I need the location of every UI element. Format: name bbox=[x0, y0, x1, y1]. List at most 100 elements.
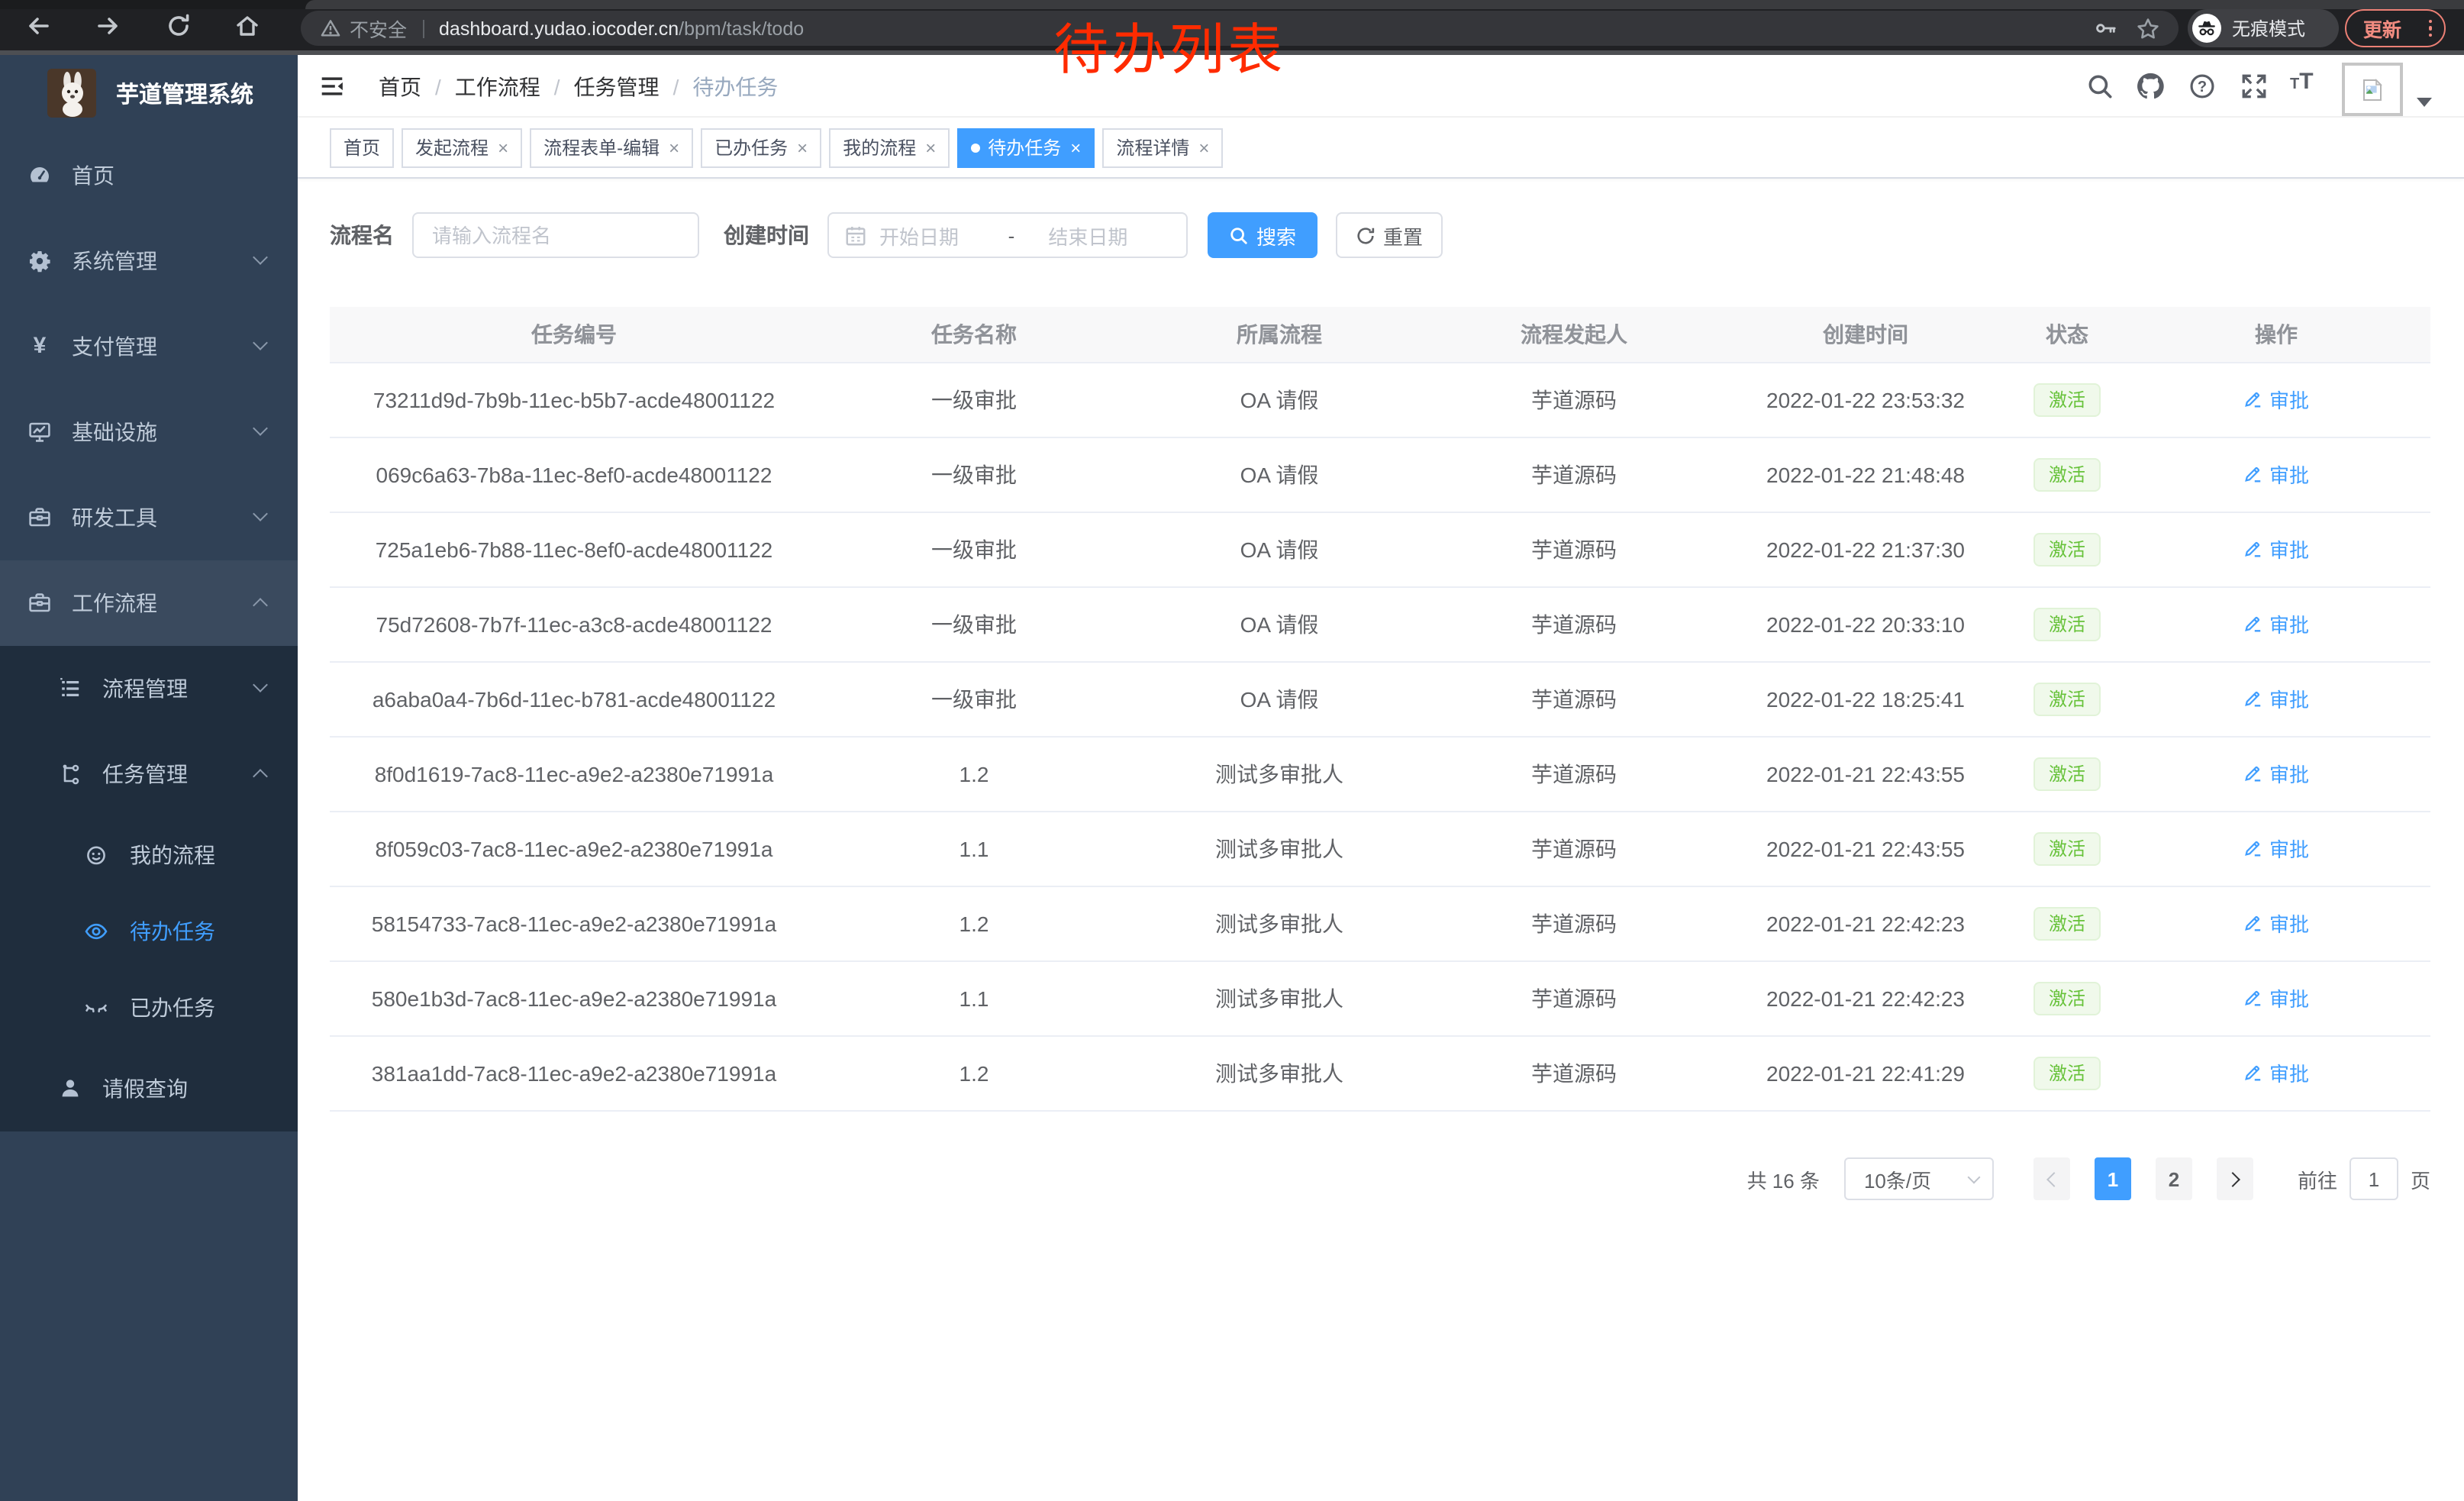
chevron-down-icon bbox=[253, 250, 268, 265]
table-row: 725a1eb6-7b88-11ec-8ef0-acde48001122一级审批… bbox=[330, 512, 2430, 586]
tab-home[interactable]: 首页 bbox=[330, 128, 394, 167]
tab-todo-tasks[interactable]: 待办任务× bbox=[957, 128, 1095, 167]
page-size-select[interactable]: 10条/页 bbox=[1844, 1157, 1994, 1200]
close-icon[interactable]: × bbox=[925, 137, 936, 158]
sidebar-item-todo-tasks[interactable]: 待办任务 bbox=[0, 893, 298, 970]
security-label[interactable]: 不安全 bbox=[350, 14, 407, 43]
page-url[interactable]: dashboard.yudao.iocoder.cn/bpm/task/todo bbox=[439, 18, 804, 39]
sidebar-item-system[interactable]: 系统管理 bbox=[0, 218, 298, 304]
breadcrumb-home[interactable]: 首页 bbox=[379, 71, 421, 102]
table-row: 8f059c03-7ac8-11ec-a9e2-a2380e71991a1.1测… bbox=[330, 811, 2430, 886]
table-row: 58154733-7ac8-11ec-a9e2-a2380e71991a1.2测… bbox=[330, 886, 2430, 960]
status-badge: 激活 bbox=[2033, 981, 2101, 1015]
approve-link[interactable]: 审批 bbox=[2243, 1058, 2309, 1087]
browser-update-button[interactable]: 更新 bbox=[2345, 9, 2446, 47]
prev-page-button[interactable] bbox=[2033, 1157, 2070, 1200]
browser-home-icon[interactable] bbox=[234, 12, 261, 40]
bookmark-star-icon[interactable] bbox=[2136, 16, 2160, 40]
yen-icon: ¥ bbox=[27, 334, 52, 359]
tab-form-edit[interactable]: 流程表单-编辑× bbox=[530, 128, 693, 167]
svg-text:?: ? bbox=[2198, 79, 2207, 95]
approve-link[interactable]: 审批 bbox=[2243, 684, 2309, 713]
browser-forward-icon[interactable] bbox=[95, 12, 122, 40]
task-table: 任务编号 任务名称 所属流程 流程发起人 创建时间 状态 操作 73211d9d… bbox=[330, 307, 2430, 1111]
close-icon[interactable]: × bbox=[1070, 137, 1081, 158]
goto-page-input[interactable] bbox=[2350, 1157, 2398, 1200]
status-badge: 激活 bbox=[2033, 383, 2101, 416]
date-range-picker[interactable]: 开始日期 - 结束日期 bbox=[827, 212, 1188, 258]
password-key-icon[interactable] bbox=[2095, 17, 2117, 40]
avatar-caret-icon[interactable] bbox=[2417, 98, 2432, 107]
start-date-placeholder[interactable]: 开始日期 bbox=[867, 221, 1002, 250]
tab-start-process[interactable]: 发起流程× bbox=[402, 128, 522, 167]
sidebar-item-process-mgmt[interactable]: 流程管理 bbox=[0, 646, 298, 731]
sidebar-item-my-process[interactable]: 我的流程 bbox=[0, 817, 298, 893]
tab-process-detail[interactable]: 流程详情× bbox=[1102, 128, 1223, 167]
tab-done-tasks[interactable]: 已办任务× bbox=[701, 128, 821, 167]
approve-link[interactable]: 审批 bbox=[2243, 834, 2309, 863]
table-row: 580e1b3d-7ac8-11ec-a9e2-a2380e71991a1.1测… bbox=[330, 960, 2430, 1035]
chevron-down-icon bbox=[1967, 1170, 1980, 1183]
close-icon[interactable]: × bbox=[669, 137, 679, 158]
approve-link[interactable]: 审批 bbox=[2243, 609, 2309, 638]
close-icon[interactable]: × bbox=[1198, 137, 1209, 158]
chevron-left-icon bbox=[2046, 1171, 2062, 1186]
help-icon[interactable]: ? bbox=[2188, 72, 2217, 101]
sidebar-item-infra[interactable]: 基础设施 bbox=[0, 389, 298, 475]
approve-link[interactable]: 审批 bbox=[2243, 759, 2309, 788]
col-status: 状态 bbox=[2012, 307, 2122, 362]
sidebar-item-workflow[interactable]: 工作流程 bbox=[0, 560, 298, 646]
tabs-bar: 首页 发起流程× 流程表单-编辑× 已办任务× 我的流程× 待办任务× 流程详情… bbox=[298, 118, 2464, 179]
chevron-down-icon bbox=[253, 677, 268, 692]
toolbox-icon bbox=[27, 591, 52, 615]
approve-link[interactable]: 审批 bbox=[2243, 534, 2309, 563]
approve-link[interactable]: 审批 bbox=[2243, 460, 2309, 489]
avatar[interactable] bbox=[2342, 63, 2403, 116]
search-icon[interactable] bbox=[2085, 72, 2114, 101]
process-name-input[interactable] bbox=[412, 212, 699, 258]
dashboard-icon bbox=[27, 163, 52, 188]
next-page-button[interactable] bbox=[2217, 1157, 2253, 1200]
page-button-1[interactable]: 1 bbox=[2095, 1157, 2131, 1200]
sidebar-item-done-tasks[interactable]: 已办任务 bbox=[0, 970, 298, 1046]
browser-reload-icon[interactable] bbox=[165, 12, 192, 40]
navbar: 首页 / 工作流程 / 任务管理 / 待办任务 ? TT bbox=[298, 55, 2464, 118]
reset-button[interactable]: 重置 bbox=[1336, 212, 1443, 258]
search-button[interactable]: 搜索 bbox=[1208, 212, 1317, 258]
approve-link[interactable]: 审批 bbox=[2243, 983, 2309, 1012]
github-icon[interactable] bbox=[2136, 72, 2165, 101]
fullscreen-icon[interactable] bbox=[2240, 72, 2269, 101]
page-button-2[interactable]: 2 bbox=[2156, 1157, 2192, 1200]
close-icon[interactable]: × bbox=[498, 137, 508, 158]
tab-my-process[interactable]: 我的流程× bbox=[829, 128, 950, 167]
sidebar-item-payment[interactable]: ¥ 支付管理 bbox=[0, 304, 298, 389]
approve-link[interactable]: 审批 bbox=[2243, 909, 2309, 938]
chevron-up-icon bbox=[253, 598, 268, 613]
breadcrumb-workflow[interactable]: 工作流程 bbox=[455, 71, 540, 102]
font-size-icon[interactable]: TT bbox=[2290, 69, 2314, 96]
end-date-placeholder[interactable]: 结束日期 bbox=[1021, 221, 1171, 250]
breadcrumb-current: 待办任务 bbox=[692, 71, 778, 102]
sidebar-item-task-mgmt[interactable]: 任务管理 bbox=[0, 731, 298, 817]
status-badge: 激活 bbox=[2033, 532, 2101, 566]
incognito-label: 无痕模式 bbox=[2232, 15, 2305, 41]
chevron-down-icon bbox=[253, 421, 268, 436]
app-logo[interactable]: 芋道管理系统 bbox=[0, 55, 298, 131]
sidebar-item-home[interactable]: 首页 bbox=[0, 133, 298, 218]
incognito-badge: 无痕模式 bbox=[2188, 9, 2339, 47]
total-count: 共 16 条 bbox=[1747, 1164, 1820, 1193]
toolbox-icon bbox=[27, 505, 52, 530]
close-icon[interactable]: × bbox=[797, 137, 808, 158]
status-badge: 激活 bbox=[2033, 607, 2101, 641]
sidebar-item-leave-query[interactable]: 请假查询 bbox=[0, 1046, 298, 1131]
approve-link[interactable]: 审批 bbox=[2243, 385, 2309, 414]
browser-menu-icon[interactable] bbox=[2428, 20, 2432, 37]
sidebar-collapse-icon[interactable] bbox=[318, 72, 347, 101]
screen: 不安全 dashboard.yudao.iocoder.cn/bpm/task/… bbox=[0, 0, 2464, 1501]
browser-back-icon[interactable] bbox=[24, 12, 52, 40]
breadcrumb-task-mgmt[interactable]: 任务管理 bbox=[574, 71, 660, 102]
security-warning-icon[interactable] bbox=[321, 18, 340, 38]
sidebar-item-devtools[interactable]: 研发工具 bbox=[0, 475, 298, 560]
tree-icon bbox=[58, 762, 82, 786]
chevron-down-icon bbox=[253, 506, 268, 521]
